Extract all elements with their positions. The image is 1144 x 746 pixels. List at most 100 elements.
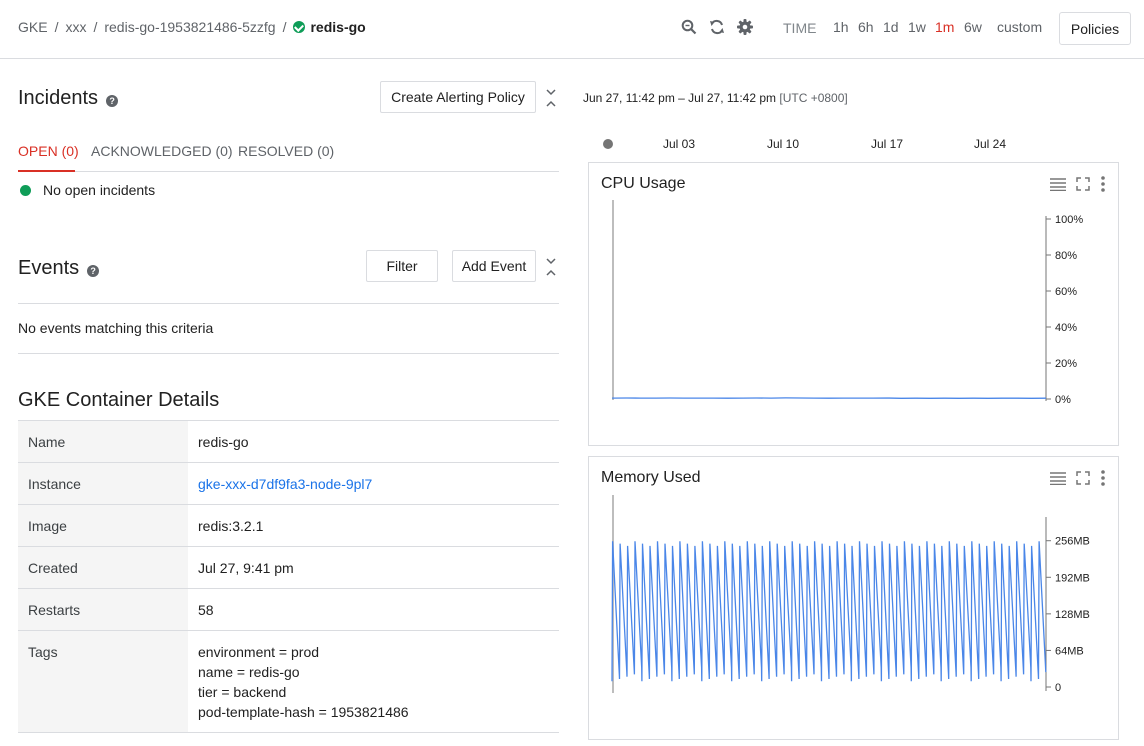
tag-item: environment = prod <box>198 644 320 660</box>
memory-used-chart: 0 64MB 128MB 192MB 256MB Memory Used <box>588 456 1119 740</box>
timeline-label: Jul 24 <box>974 137 1007 151</box>
events-title: Events <box>18 257 80 279</box>
time-label: TIME <box>783 20 817 36</box>
y-tick-label: 128MB <box>1055 609 1090 621</box>
breadcrumb-separator: / <box>93 19 98 35</box>
breadcrumb-item-cluster[interactable]: xxx <box>65 19 86 35</box>
create-alerting-policy-button[interactable]: Create Alerting Policy <box>380 81 536 113</box>
help-icon[interactable]: ? <box>106 94 119 107</box>
timezone-label: [UTC +0800] <box>779 91 848 105</box>
time-window-text: Jun 27, 11:42 pm – Jul 27, 11:42 pm <box>583 91 777 105</box>
details-title: GKE Container Details <box>18 389 220 411</box>
time-range-custom[interactable]: custom <box>997 19 1042 35</box>
detail-key: Restarts <box>18 588 188 631</box>
timeline-marker-icon <box>603 139 613 149</box>
divider <box>18 303 559 304</box>
time-window-range: Jun 27, 11:42 pm – Jul 27, 11:42 pm [UTC… <box>583 91 848 105</box>
time-range-6w[interactable]: 6w <box>964 19 982 35</box>
chart-actions <box>1040 470 1106 486</box>
more-vert-icon[interactable] <box>1100 470 1106 486</box>
incidents-title: Incidents <box>18 87 99 109</box>
toolbar-icons <box>680 18 764 36</box>
time-range-6h[interactable]: 6h <box>858 19 874 35</box>
y-tick-label: 40% <box>1055 322 1077 334</box>
divider <box>18 353 559 354</box>
legend-icon[interactable] <box>1050 471 1066 485</box>
events-empty-message: No events matching this criteria <box>18 320 214 336</box>
y-tick-label: 0 <box>1055 682 1061 694</box>
breadcrumb: GKE / xxx / redis-go-1953821486-5zzfg / … <box>18 19 366 35</box>
time-range-1d[interactable]: 1d <box>883 19 899 35</box>
more-vert-icon[interactable] <box>1100 176 1106 192</box>
add-event-button[interactable]: Add Event <box>452 250 536 282</box>
timeline-label: Jul 10 <box>767 137 800 151</box>
tag-item: tier = backend <box>198 684 287 700</box>
time-range-1h[interactable]: 1h <box>833 19 849 35</box>
breadcrumb-item-pod[interactable]: redis-go-1953821486-5zzfg <box>104 19 275 35</box>
tab-acknowledged[interactable]: ACKNOWLEDGED (0) <box>91 143 233 172</box>
tag-item: pod-template-hash = 1953821486 <box>198 704 409 720</box>
timeline-label: Jul 17 <box>871 137 904 151</box>
collapse-icon[interactable] <box>545 257 557 277</box>
details-table: Name redis-go Instance gke-xxx-d7df9fa3-nod… <box>18 420 559 733</box>
events-heading: Events ? <box>18 257 100 280</box>
detail-key: Image <box>18 504 188 547</box>
chart-actions <box>1040 176 1106 192</box>
y-tick-label: 100% <box>1055 214 1083 226</box>
series-line <box>611 541 1047 682</box>
detail-value: redis-go <box>188 420 559 463</box>
legend-icon[interactable] <box>1050 177 1066 191</box>
timeline[interactable]: Jul 03 Jul 10 Jul 17 Jul 24 <box>588 130 1119 160</box>
tab-resolved[interactable]: RESOLVED (0) <box>238 143 334 172</box>
y-tick-label: 20% <box>1055 358 1077 370</box>
search-icon[interactable] <box>680 18 698 36</box>
fullscreen-icon[interactable] <box>1076 177 1090 191</box>
detail-value: redis:3.2.1 <box>188 504 559 547</box>
chart-title: CPU Usage <box>601 175 686 192</box>
top-bar: GKE / xxx / redis-go-1953821486-5zzfg / … <box>0 0 1144 59</box>
table-row: Instance gke-xxx-d7df9fa3-node-9pl7 <box>18 462 559 505</box>
tab-open[interactable]: OPEN (0) <box>18 143 79 172</box>
table-row: Created Jul 27, 9:41 pm <box>18 546 559 589</box>
collapse-icon[interactable] <box>545 88 557 108</box>
cpu-usage-plot: 0% 20% 40% 60% 80% 100% <box>611 200 1083 406</box>
breadcrumb-item-gke[interactable]: GKE <box>18 19 48 35</box>
table-row: Name redis-go <box>18 420 559 463</box>
refresh-icon[interactable] <box>708 18 726 36</box>
fullscreen-icon[interactable] <box>1076 471 1090 485</box>
detail-value: environment = prod name = redis-go tier = … <box>188 630 559 733</box>
status-dot-icon <box>20 184 31 196</box>
time-range-1w[interactable]: 1w <box>908 19 926 35</box>
table-row: Restarts 58 <box>18 588 559 631</box>
tag-item: name = redis-go <box>198 664 300 680</box>
y-tick-label: 256MB <box>1055 536 1090 548</box>
time-range-1m[interactable]: 1m <box>935 19 954 35</box>
detail-key: Name <box>18 420 188 463</box>
y-tick-label: 60% <box>1055 286 1077 298</box>
incidents-heading: Incidents ? <box>18 87 119 110</box>
detail-key: Instance <box>18 462 188 505</box>
table-row: Tags environment = prod name = redis-go tie… <box>18 630 559 733</box>
timeline-label: Jul 03 <box>663 137 696 151</box>
detail-key: Created <box>18 546 188 589</box>
y-tick-label: 192MB <box>1055 572 1090 584</box>
y-tick-label: 64MB <box>1055 645 1084 657</box>
incident-status-text: No open incidents <box>43 182 156 198</box>
chart-title: Memory Used <box>601 469 701 486</box>
detail-value: Jul 27, 9:41 pm <box>188 546 559 589</box>
help-icon[interactable]: ? <box>87 264 100 277</box>
settings-icon[interactable] <box>736 18 754 36</box>
breadcrumb-current: redis-go <box>310 19 366 35</box>
incident-status: No open incidents <box>20 182 155 198</box>
policies-button[interactable]: Policies <box>1059 12 1131 45</box>
y-tick-label: 80% <box>1055 250 1077 262</box>
table-row: Image redis:3.2.1 <box>18 504 559 547</box>
detail-value: 58 <box>188 588 559 631</box>
check-circle-icon <box>293 21 306 33</box>
detail-key: Tags <box>18 630 188 733</box>
incident-tabs: OPEN (0) ACKNOWLEDGED (0) RESOLVED (0) <box>18 143 559 172</box>
cpu-usage-chart: 0% 20% 40% 60% 80% 100% CPU Usage <box>588 162 1119 446</box>
breadcrumb-separator: / <box>282 19 287 35</box>
instance-link[interactable]: gke-xxx-d7df9fa3-node-9pl7 <box>198 476 372 492</box>
filter-button[interactable]: Filter <box>366 250 438 282</box>
